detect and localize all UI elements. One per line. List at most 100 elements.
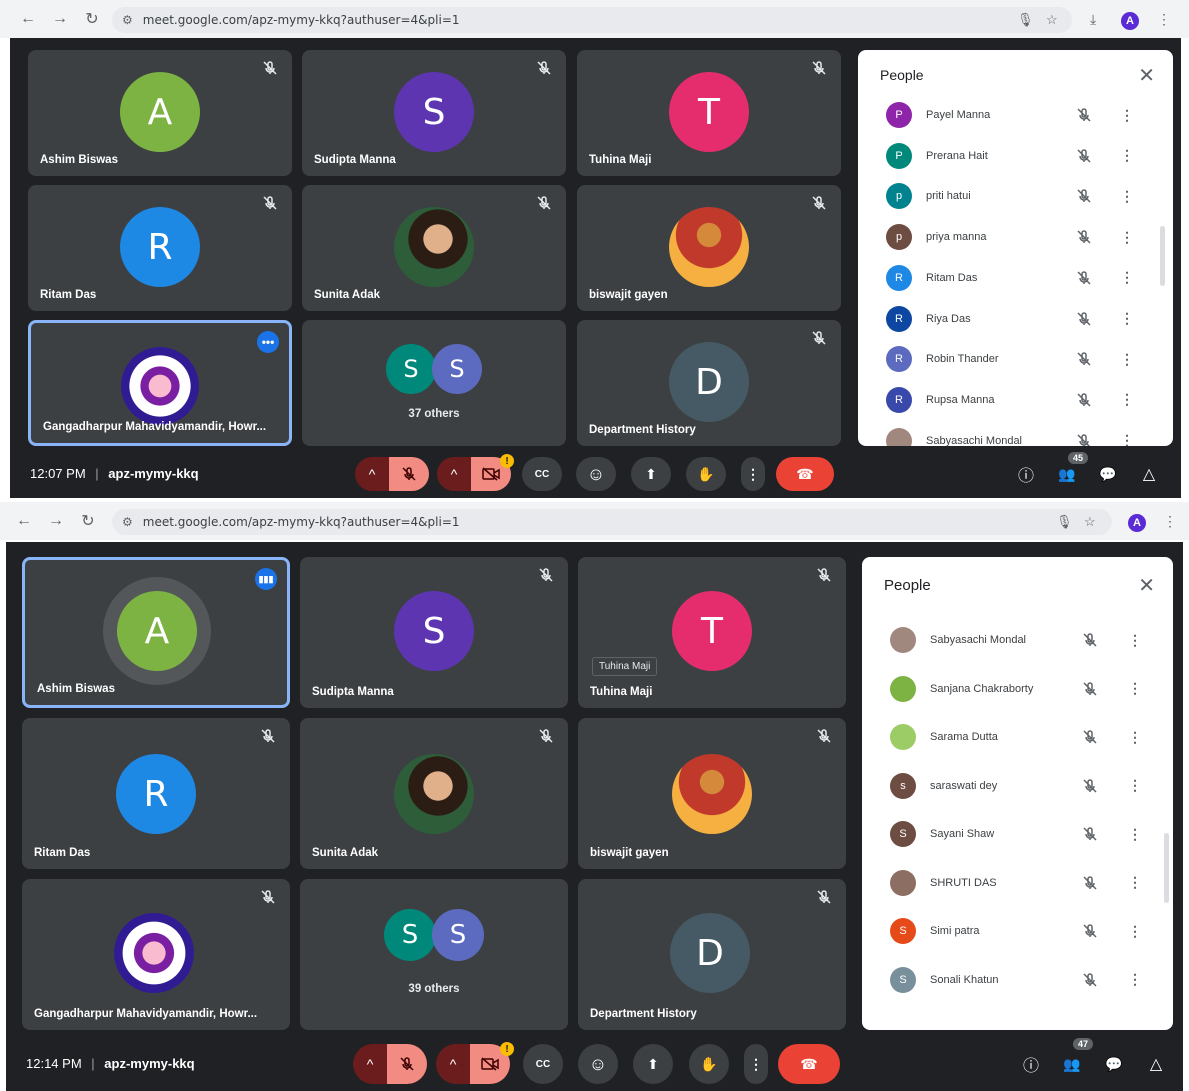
participant-list-item[interactable]: P Prerana Hait ⋮ [858, 141, 1173, 171]
participant-tile[interactable]: R Ritam Das [22, 718, 290, 869]
participant-options-icon[interactable]: ⋮ [1128, 632, 1142, 649]
participant-options-icon[interactable]: ⋮ [1128, 680, 1142, 697]
participant-tile[interactable]: S Sudipta Manna [302, 50, 566, 176]
bookmark-star-icon[interactable]: ☆ [1046, 12, 1058, 28]
participant-tile[interactable]: S Sudipta Manna [300, 557, 568, 708]
forward-icon[interactable]: → [46, 5, 74, 33]
participant-group-tile[interactable]: S S 39 others [300, 879, 568, 1030]
activities-icon[interactable]: △ [1144, 1052, 1168, 1076]
browser-menu-icon[interactable]: ⋮ [1163, 513, 1177, 530]
participant-options-icon[interactable]: ⋮ [1128, 971, 1142, 988]
bookmark-star-icon[interactable]: ☆ [1084, 514, 1096, 530]
participant-group-tile[interactable]: S S 37 others [302, 320, 566, 446]
participant-list-item[interactable]: Sarama Dutta ⋮ [862, 722, 1173, 752]
participant-tile[interactable]: R Ritam Das [28, 185, 292, 311]
participant-list-item[interactable]: s saraswati dey ⋮ [862, 771, 1173, 801]
chat-icon[interactable]: 💬 [1102, 1052, 1126, 1076]
participant-options-icon[interactable]: ⋮ [1120, 310, 1134, 327]
participant-options-icon[interactable]: ⋮ [1120, 107, 1134, 124]
people-icon[interactable]: 👥 [1055, 462, 1079, 486]
camera-options-button[interactable]: ^ [436, 1044, 470, 1084]
camera-options-button[interactable]: ^ [437, 457, 471, 491]
participant-options-icon[interactable]: ⋮ [1128, 874, 1142, 891]
raise-hand-button[interactable]: ✋ [686, 457, 726, 491]
participant-tile[interactable]: D Department History [578, 879, 846, 1030]
participant-list-item[interactable]: R Riya Das ⋮ [858, 304, 1173, 334]
participant-tile[interactable]: ••• Gangadharpur Mahavidyamandir, Howr..… [28, 320, 292, 446]
more-options-button[interactable]: ⋮ [741, 457, 765, 491]
participant-list-item[interactable]: SHRUTI DAS ⋮ [862, 868, 1173, 898]
participant-list-item[interactable]: S Simi patra ⋮ [862, 916, 1173, 946]
participant-list-item[interactable]: R Robin Thander ⋮ [858, 344, 1173, 374]
profile-avatar[interactable]: A [1121, 12, 1139, 30]
participant-options-icon[interactable]: ⋮ [1120, 188, 1134, 205]
mic-options-button[interactable]: ^ [353, 1044, 387, 1084]
activities-icon[interactable]: △ [1137, 462, 1161, 486]
raise-hand-button[interactable]: ✋ [689, 1044, 729, 1084]
present-button[interactable]: ⬆ [633, 1044, 673, 1084]
participant-list-item[interactable]: p priya manna ⋮ [858, 222, 1173, 252]
participant-tile[interactable]: A Ashim Biswas [28, 50, 292, 176]
chat-icon[interactable]: 💬 [1096, 462, 1120, 486]
participant-options-icon[interactable]: ⋮ [1128, 729, 1142, 746]
people-icon[interactable]: 👥 [1060, 1052, 1084, 1076]
mic-options-button[interactable]: ^ [355, 457, 389, 491]
reload-icon[interactable]: ↻ [78, 5, 106, 33]
download-icon[interactable]: ⤓ [1090, 11, 1096, 28]
mic-toggle-button[interactable] [387, 1044, 427, 1084]
browser-menu-icon[interactable]: ⋮ [1157, 11, 1171, 28]
emoji-button[interactable]: ☺ [576, 457, 616, 491]
participant-options-icon[interactable]: ⋮ [1120, 147, 1134, 164]
reload-icon[interactable]: ↻ [74, 507, 102, 535]
participant-list-item[interactable]: p priti hatui ⋮ [858, 181, 1173, 211]
info-icon[interactable]: ⓘ [1019, 1052, 1043, 1076]
participant-list-item[interactable]: S Sayani Shaw ⋮ [862, 819, 1173, 849]
participant-options-icon[interactable]: ⋮ [1120, 351, 1134, 368]
participant-list-item[interactable]: P Payel Manna ⋮ [858, 100, 1173, 130]
back-icon[interactable]: ← [14, 5, 42, 33]
mic-permission-icon[interactable]: 🎙 [1056, 514, 1073, 530]
participant-list-item[interactable]: Sabyasachi Mondal ⋮ [862, 625, 1173, 655]
forward-icon[interactable]: → [42, 507, 70, 535]
mic-toggle-button[interactable] [389, 457, 429, 491]
present-button[interactable]: ⬆ [631, 457, 671, 491]
profile-avatar[interactable]: A [1128, 514, 1146, 532]
participant-options-icon[interactable]: ⋮ [1120, 269, 1134, 286]
captions-button[interactable]: CC [522, 457, 562, 491]
participant-options-icon[interactable]: ⋮ [1128, 826, 1142, 843]
participant-tile[interactable]: biswajit gayen [577, 185, 841, 311]
info-icon[interactable]: ⓘ [1014, 462, 1038, 486]
more-options-button[interactable]: ⋮ [744, 1044, 768, 1084]
emoji-button[interactable]: ☺ [578, 1044, 618, 1084]
participant-list-item[interactable]: S Sonali Khatun ⋮ [862, 965, 1173, 995]
address-bar[interactable]: ⚙ meet.google.com/apz-mymy-kkq?authuser=… [112, 7, 1072, 33]
participant-options-icon[interactable]: ⋮ [1120, 391, 1134, 408]
participant-list-item[interactable]: Sanjana Chakraborty ⋮ [862, 674, 1173, 704]
participant-options-icon[interactable]: ⋮ [1128, 777, 1142, 794]
participant-tile[interactable]: biswajit gayen [578, 718, 846, 869]
participant-options-icon[interactable]: ⋮ [1128, 923, 1142, 940]
participant-tile[interactable]: T Tuhina Maji Tuhina Maji [578, 557, 846, 708]
site-settings-icon[interactable]: ⚙ [122, 515, 133, 529]
close-icon[interactable]: ✕ [1138, 573, 1155, 598]
participant-tile[interactable]: T Tuhina Maji [577, 50, 841, 176]
participant-tile[interactable]: Sunita Adak [302, 185, 566, 311]
participant-list-item[interactable]: R Rupsa Manna ⋮ [858, 385, 1173, 415]
participant-list-item[interactable]: R Ritam Das ⋮ [858, 263, 1173, 293]
captions-button[interactable]: CC [523, 1044, 563, 1084]
mic-permission-icon[interactable]: 🎙 [1017, 12, 1034, 28]
participant-tile[interactable]: Sunita Adak [300, 718, 568, 869]
more-options-icon[interactable]: ••• [257, 331, 279, 353]
participant-tile[interactable]: Gangadharpur Mahavidyamandir, Howr... [22, 879, 290, 1030]
back-icon[interactable]: ← [10, 507, 38, 535]
end-call-button[interactable]: ☎ [778, 1044, 840, 1084]
address-bar[interactable]: ⚙ meet.google.com/apz-mymy-kkq?authuser=… [112, 509, 1112, 535]
site-settings-icon[interactable]: ⚙ [122, 13, 133, 27]
participant-list-item[interactable]: Sabyasachi Mondal ⋮ [858, 426, 1173, 446]
participant-tile[interactable]: D Department History [577, 320, 841, 446]
end-call-button[interactable]: ☎ [776, 457, 834, 491]
close-icon[interactable]: ✕ [1138, 63, 1155, 88]
participant-tile[interactable]: A ▮▮▮ Ashim Biswas [22, 557, 290, 708]
participant-options-icon[interactable]: ⋮ [1120, 229, 1134, 246]
participant-options-icon[interactable]: ⋮ [1120, 432, 1134, 446]
